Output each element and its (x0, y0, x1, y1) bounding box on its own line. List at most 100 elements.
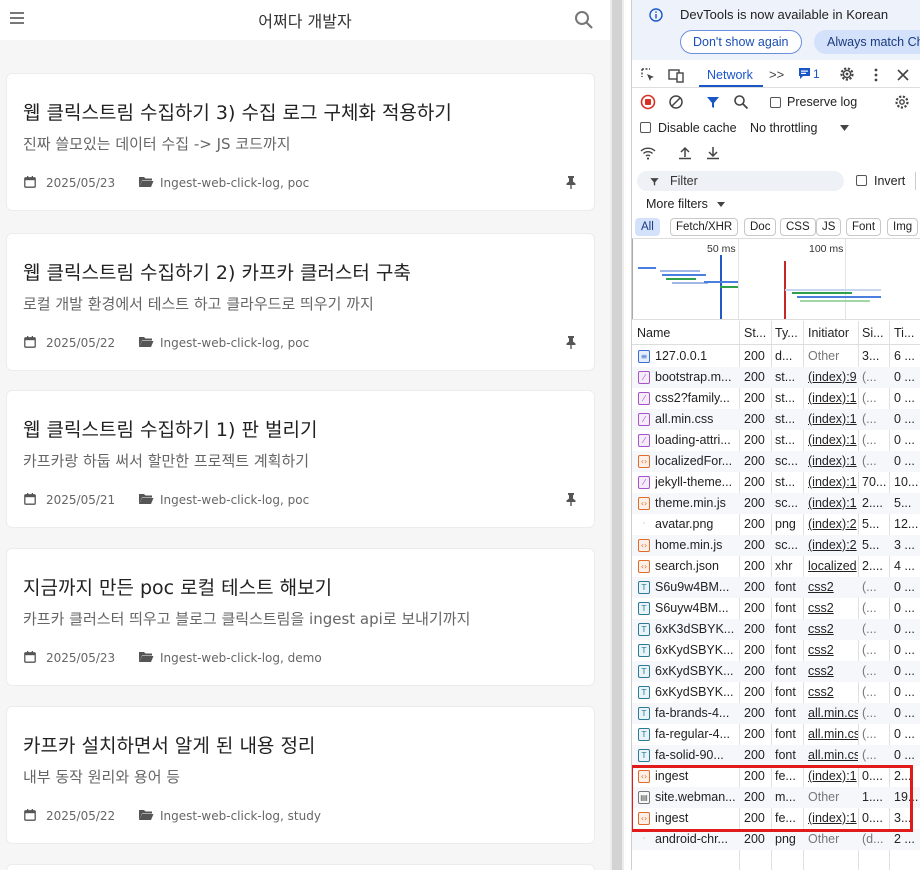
filter-chip-js[interactable]: JS (816, 218, 842, 236)
request-row[interactable]: ⁄ loading-attri... 200 st... (index):1 (... 0 … (632, 430, 920, 451)
panel-resize-handle[interactable] (610, 0, 624, 870)
request-initiator[interactable]: (index):1 (808, 454, 858, 468)
request-initiator[interactable]: css2 (808, 643, 858, 657)
kebab-menu-icon[interactable] (868, 67, 884, 83)
device-toolbar-icon[interactable] (668, 67, 684, 83)
post-categories[interactable]: Ingest-web-click-log, study (160, 809, 321, 823)
request-name[interactable]: loading-attri... (655, 433, 740, 447)
request-row[interactable]: ⁄ bootstrap.m... 200 st... (index):9 (... 0 ..… (632, 367, 920, 388)
request-name[interactable]: 6xKydSBYK... (655, 685, 740, 699)
filter-funnel-icon[interactable] (705, 94, 721, 110)
request-initiator[interactable]: all.min.cs (808, 748, 858, 762)
column-name[interactable]: Name (637, 326, 670, 340)
request-row[interactable]: · android-chr... 200 png Other (d... 2 ... (632, 829, 920, 850)
request-initiator[interactable]: all.min.cs (808, 706, 858, 720)
invert-checkbox[interactable] (856, 175, 867, 186)
request-row[interactable]: T 6xKydSBYK... 200 font css2 (... 0 ... (632, 661, 920, 682)
request-initiator[interactable]: (index):1 (808, 475, 858, 489)
column-time[interactable]: Ti... (894, 326, 914, 340)
request-name[interactable]: S6uyw4BM... (655, 601, 740, 615)
issues-icon[interactable] (798, 67, 811, 80)
request-name[interactable]: bootstrap.m... (655, 370, 740, 384)
post-card[interactable]: 웹 클릭스트림 수집하기 2) 카프카 클러스터 구축 로컬 개발 환경에서 테스… (6, 233, 595, 371)
request-row[interactable]: T 6xK3dSBYK... 200 font css2 (... 0 ... (632, 619, 920, 640)
post-title[interactable]: 카프카 설치하면서 알게 된 내용 정리 (23, 731, 315, 758)
stop-recording-icon[interactable] (640, 94, 656, 110)
post-card[interactable]: 지금까지 만든 poc 로컬 테스트 해보기 카프카 클러스터 띄우고 블로그 클… (6, 548, 595, 686)
request-name[interactable]: 127.0.0.1 (655, 349, 740, 363)
filter-chip-font[interactable]: Font (846, 218, 882, 236)
close-icon[interactable] (895, 67, 911, 83)
dont-show-again-button[interactable]: Don't show again (680, 30, 802, 54)
request-row[interactable]: ‹› localizedFor... 200 sc... (index):1 (... 0 … (632, 451, 920, 472)
gear-icon[interactable] (839, 66, 855, 82)
post-title[interactable]: 웹 클릭스트림 수집하기 3) 수집 로그 구체화 적용하기 (23, 98, 452, 125)
post-title[interactable]: 지금까지 만든 poc 로컬 테스트 해보기 (23, 573, 332, 600)
column-type[interactable]: Ty... (775, 326, 798, 340)
network-overview-timeline[interactable]: 50 ms 100 ms (632, 238, 920, 320)
tab-network[interactable]: Network (707, 68, 753, 82)
search-icon[interactable] (733, 94, 749, 110)
request-row[interactable]: T 6xKydSBYK... 200 font css2 (... 0 ... (632, 640, 920, 661)
request-row[interactable]: Tfa-solid-90... 200 font all.min.cs (... 0 ..… (632, 745, 920, 766)
request-name[interactable]: 6xK3dSBYK... (655, 622, 740, 636)
always-match-button[interactable]: Always match Ch (814, 30, 920, 54)
chevron-down-icon[interactable] (717, 202, 725, 207)
filter-chip-img[interactable]: Img (887, 218, 919, 236)
request-initiator[interactable]: (index):1 (808, 433, 858, 447)
request-name[interactable]: theme.min.js (655, 496, 740, 510)
request-name[interactable]: home.min.js (655, 538, 740, 552)
site-title[interactable]: 어쩌다 개발자 (0, 8, 610, 32)
request-initiator[interactable]: (index):1 (808, 412, 858, 426)
chevron-down-icon[interactable] (840, 125, 849, 131)
request-initiator[interactable]: css2 (808, 580, 858, 594)
post-title[interactable]: 웹 클릭스트림 수집하기 1) 판 벌리기 (23, 415, 317, 442)
preserve-log-checkbox[interactable] (770, 97, 781, 108)
request-row[interactable]: ≡ 127.0.0.1 200 d... Other 3... 6 ... (632, 346, 920, 367)
request-name[interactable]: search.json (655, 559, 740, 573)
request-row[interactable]: ⁄ css2?family... 200 st... (index):1 (... 0 ..… (632, 388, 920, 409)
network-settings-gear-icon[interactable] (894, 94, 910, 110)
export-har-icon[interactable] (705, 145, 721, 161)
request-row[interactable]: T S6uyw4BM... 200 font css2 (... 0 ... (632, 598, 920, 619)
request-row[interactable]: ⁄ all.min.css 200 st... (index):1 (... 0 ... (632, 409, 920, 430)
request-initiator[interactable]: css2 (808, 664, 858, 678)
filter-input[interactable]: Filter (637, 171, 844, 191)
request-row[interactable]: Tfa-regular-4... 200 font all.min.cs (... 0 .… (632, 724, 920, 745)
post-card[interactable]: 웹 클릭스트림 수집하기 1) 판 벌리기 카프카랑 하둡 써서 할만한 프로젝트… (6, 390, 595, 528)
request-initiator[interactable]: (index):2 (808, 517, 858, 531)
import-har-icon[interactable] (677, 145, 693, 161)
request-initiator[interactable]: (index):2 (808, 538, 858, 552)
request-row[interactable]: Tfa-brands-4... 200 font all.min.cs (... 0 ..… (632, 703, 920, 724)
post-card[interactable]: 카프카 설치하면서 알게 된 내용 정리 내부 동작 원리와 용어 등 2025/0… (6, 706, 595, 844)
request-initiator[interactable]: css2 (808, 622, 858, 636)
filter-chip-doc[interactable]: Doc (744, 218, 777, 236)
issues-count[interactable]: 1 (813, 67, 820, 81)
request-name[interactable]: 6xKydSBYK... (655, 643, 740, 657)
inspect-element-icon[interactable] (640, 67, 656, 83)
disable-cache-checkbox[interactable] (640, 122, 651, 133)
post-categories[interactable]: Ingest-web-click-log, poc (160, 176, 309, 190)
request-initiator[interactable]: css2 (808, 601, 858, 615)
post-card[interactable]: 웹 클릭스트림 수집하기 3) 수집 로그 구체화 적용하기 진짜 쓸모있는 데이… (6, 73, 595, 211)
post-card[interactable] (6, 864, 595, 870)
more-tabs-chevron-icon[interactable]: >> (769, 67, 784, 82)
filter-chip-all[interactable]: All (635, 218, 660, 236)
throttling-select[interactable]: No throttling (750, 121, 817, 135)
request-initiator[interactable]: all.min.cs (808, 727, 858, 741)
request-name[interactable]: android-chr... (655, 832, 740, 846)
request-name[interactable]: fa-brands-4... (655, 706, 740, 720)
column-initiator[interactable]: Initiator (808, 326, 849, 340)
request-name[interactable]: all.min.css (655, 412, 740, 426)
request-initiator[interactable]: css2 (808, 685, 858, 699)
request-name[interactable]: fa-solid-90... (655, 748, 740, 762)
request-name[interactable]: 6xKydSBYK... (655, 664, 740, 678)
request-name[interactable]: jekyll-theme... (655, 475, 740, 489)
request-row[interactable]: ‹› search.json 200 xhr localized 2.... 4 ... (632, 556, 920, 577)
more-filters-button[interactable]: More filters (646, 197, 708, 211)
column-size[interactable]: Si... (862, 326, 884, 340)
request-name[interactable]: css2?family... (655, 391, 740, 405)
clear-icon[interactable] (668, 94, 684, 110)
request-name[interactable]: fa-regular-4... (655, 727, 740, 741)
request-initiator[interactable]: (index):1 (808, 391, 858, 405)
